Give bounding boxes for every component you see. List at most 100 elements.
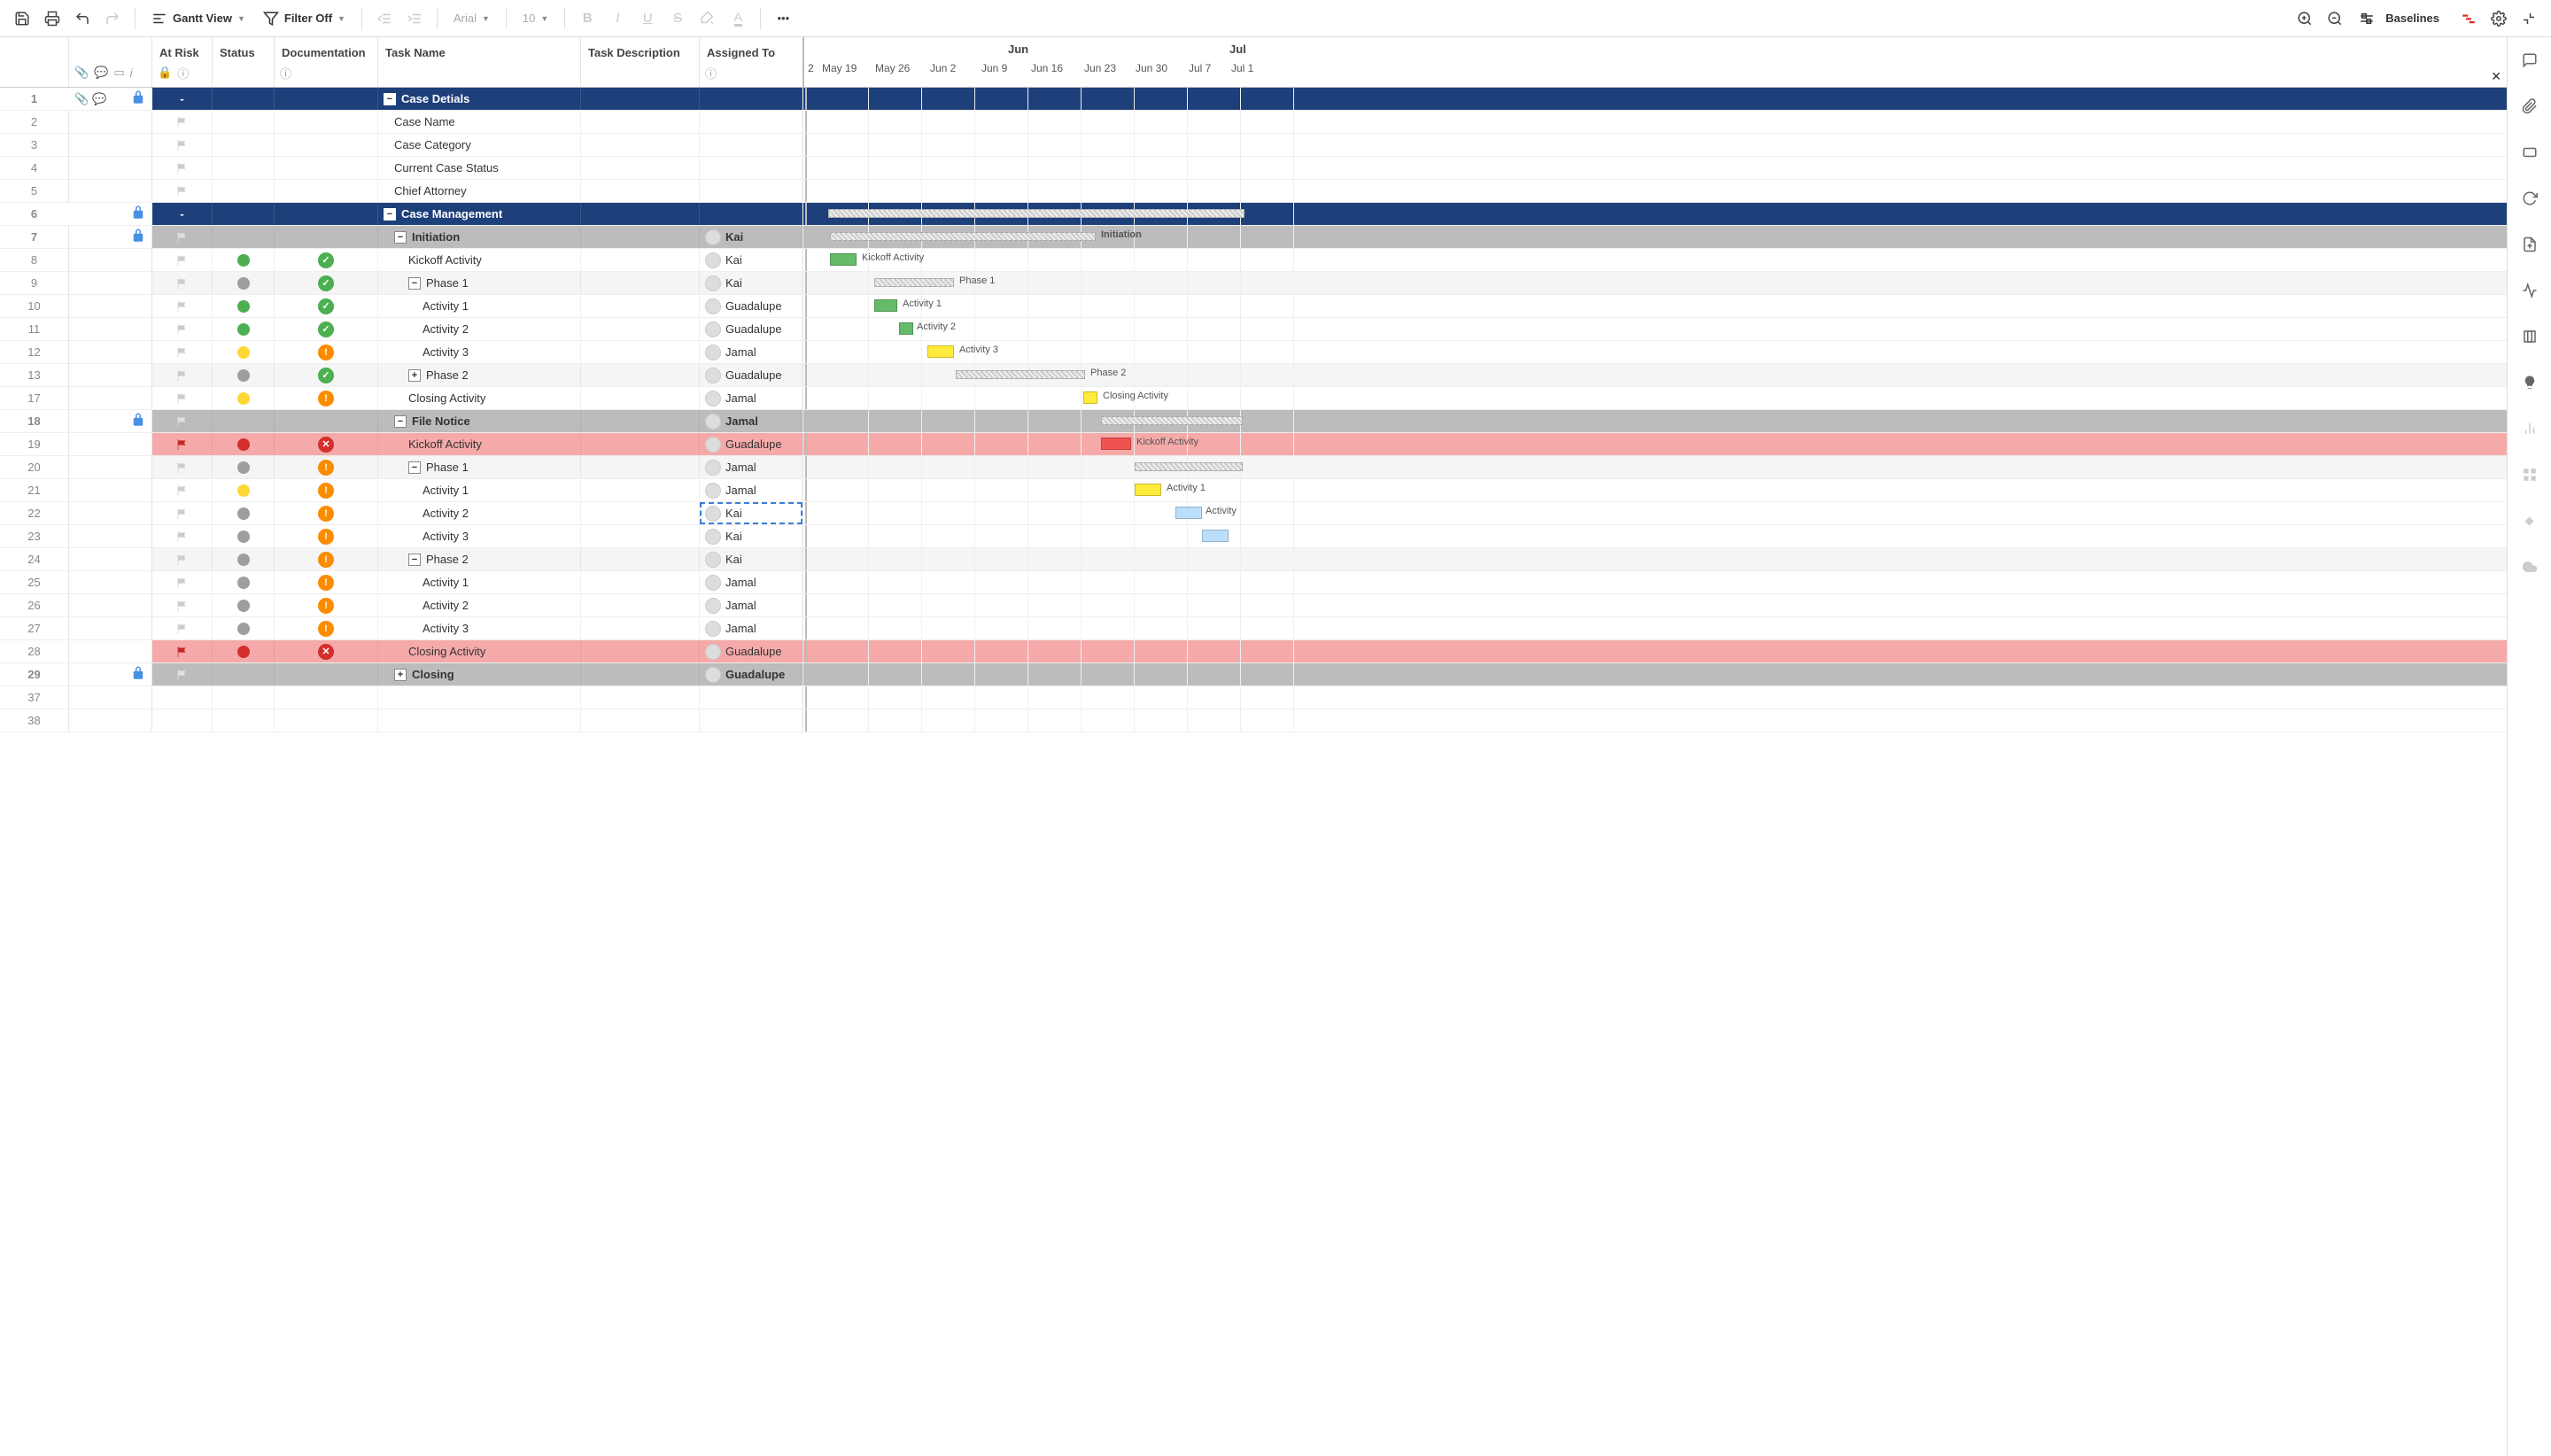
assigned-cell[interactable]: Guadalupe xyxy=(700,640,803,662)
task-name-cell[interactable]: −Phase 1 xyxy=(378,272,581,294)
doc-cell[interactable]: ! xyxy=(275,571,378,593)
status-cell[interactable] xyxy=(213,134,275,156)
gantt-summary-bar[interactable] xyxy=(1101,416,1243,425)
row-number[interactable]: 2 xyxy=(0,111,69,133)
task-desc-cell[interactable] xyxy=(581,203,700,225)
status-cell[interactable] xyxy=(213,433,275,455)
table-row[interactable]: 23!Activity 3Kai xyxy=(0,525,2507,548)
task-name-cell[interactable]: −Case Detials xyxy=(378,88,581,110)
row-number[interactable]: 18 xyxy=(0,410,69,432)
assigned-cell[interactable]: Kai xyxy=(700,502,803,524)
gantt-cell[interactable] xyxy=(803,709,2507,732)
gantt-summary-bar[interactable] xyxy=(1135,462,1243,471)
row-number[interactable]: 21 xyxy=(0,479,69,501)
status-cell[interactable] xyxy=(213,410,275,432)
comments-panel-button[interactable] xyxy=(2517,48,2542,73)
row-number[interactable]: 17 xyxy=(0,387,69,409)
assigned-cell[interactable]: Guadalupe xyxy=(700,318,803,340)
doc-cell[interactable]: ! xyxy=(275,594,378,616)
task-desc-cell[interactable] xyxy=(581,433,700,455)
row-toggle[interactable]: − xyxy=(384,208,396,221)
task-desc-cell[interactable] xyxy=(581,134,700,156)
collapse-button[interactable] xyxy=(2516,5,2542,32)
chart-panel-button[interactable] xyxy=(2517,416,2542,441)
table-row[interactable]: 28✕Closing ActivityGuadalupe xyxy=(0,640,2507,663)
status-cell[interactable] xyxy=(213,686,275,709)
zoom-out-button[interactable] xyxy=(2322,5,2348,32)
row-number[interactable]: 4 xyxy=(0,157,69,179)
gantt-cell[interactable]: Kickoff Activity xyxy=(803,433,2507,455)
row-number[interactable]: 22 xyxy=(0,502,69,524)
status-cell[interactable] xyxy=(213,88,275,110)
gantt-cell[interactable] xyxy=(803,456,2507,478)
task-name-cell[interactable]: Chief Attorney xyxy=(378,180,581,202)
row-number[interactable]: 19 xyxy=(0,433,69,455)
row-number[interactable]: 8 xyxy=(0,249,69,271)
status-cell[interactable] xyxy=(213,548,275,570)
task-name-cell[interactable]: Closing Activity xyxy=(378,387,581,409)
doc-cell[interactable]: ✓ xyxy=(275,295,378,317)
doc-cell[interactable]: ✓ xyxy=(275,272,378,294)
doc-cell[interactable]: ! xyxy=(275,525,378,547)
gantt-bar[interactable] xyxy=(1101,438,1131,450)
task-desc-cell[interactable] xyxy=(581,548,700,570)
task-desc-cell[interactable] xyxy=(581,295,700,317)
paperclip-icon[interactable]: 📎 xyxy=(74,92,89,106)
row-toggle[interactable]: − xyxy=(408,554,421,566)
indent-button[interactable] xyxy=(401,5,428,32)
doc-cell[interactable]: ! xyxy=(275,479,378,501)
doc-cell[interactable]: ✕ xyxy=(275,640,378,662)
table-row[interactable]: 20!−Phase 1Jamal xyxy=(0,456,2507,479)
attachments-panel-button[interactable] xyxy=(2517,94,2542,119)
table-row[interactable]: 12!Activity 3JamalActivity 3 xyxy=(0,341,2507,364)
row-toggle[interactable]: + xyxy=(408,369,421,382)
at-risk-cell[interactable] xyxy=(152,387,213,409)
font-dropdown[interactable]: Arial ▼ xyxy=(446,5,497,32)
task-name-cell[interactable] xyxy=(378,686,581,709)
doc-cell[interactable] xyxy=(275,157,378,179)
table-row[interactable]: 22!Activity 2KaiActivity xyxy=(0,502,2507,525)
table-row[interactable]: 18−File NoticeJamal xyxy=(0,410,2507,433)
at-risk-cell[interactable] xyxy=(152,249,213,271)
task-name-cell[interactable]: Activity 2 xyxy=(378,502,581,524)
assigned-cell[interactable]: Kai xyxy=(700,525,803,547)
settings-button[interactable] xyxy=(2485,5,2512,32)
row-number[interactable]: 25 xyxy=(0,571,69,593)
assigned-cell[interactable]: Jamal xyxy=(700,479,803,501)
row-number[interactable]: 38 xyxy=(0,709,69,732)
doc-cell[interactable]: ✓ xyxy=(275,249,378,271)
assigned-cell[interactable]: Jamal xyxy=(700,456,803,478)
assigned-cell[interactable] xyxy=(700,88,803,110)
doc-cell[interactable] xyxy=(275,226,378,248)
task-desc-cell[interactable] xyxy=(581,318,700,340)
table-row[interactable]: 11✓Activity 2GuadalupeActivity 2 xyxy=(0,318,2507,341)
doc-cell[interactable] xyxy=(275,88,378,110)
task-desc-cell[interactable] xyxy=(581,640,700,662)
col-taskname-header[interactable]: Task Name xyxy=(378,37,580,63)
table-row[interactable]: 9✓−Phase 1KaiPhase 1 xyxy=(0,272,2507,295)
comment-icon[interactable]: 💬 xyxy=(92,92,106,106)
task-desc-cell[interactable] xyxy=(581,525,700,547)
task-name-cell[interactable]: Activity 1 xyxy=(378,571,581,593)
table-row[interactable]: 2Case Name xyxy=(0,111,2507,134)
task-name-cell[interactable]: Activity 2 xyxy=(378,594,581,616)
table-row[interactable]: 13✓+Phase 2GuadalupePhase 2 xyxy=(0,364,2507,387)
at-risk-cell[interactable] xyxy=(152,272,213,294)
gantt-cell[interactable] xyxy=(803,157,2507,179)
fill-color-button[interactable] xyxy=(694,5,721,32)
task-name-cell[interactable]: −Case Management xyxy=(378,203,581,225)
at-risk-cell[interactable] xyxy=(152,433,213,455)
table-row[interactable]: 21!Activity 1JamalActivity 1 xyxy=(0,479,2507,502)
task-name-cell[interactable]: Current Case Status xyxy=(378,157,581,179)
gantt-cell[interactable]: Activity 3 xyxy=(803,341,2507,363)
row-number[interactable]: 1 xyxy=(0,88,69,110)
table-row[interactable]: 19✕Kickoff ActivityGuadalupeKickoff Acti… xyxy=(0,433,2507,456)
status-cell[interactable] xyxy=(213,203,275,225)
gantt-bar[interactable] xyxy=(874,299,897,312)
proof-panel-button[interactable] xyxy=(2517,140,2542,165)
strike-button[interactable]: S xyxy=(664,5,691,32)
gantt-cell[interactable] xyxy=(803,571,2507,593)
task-name-cell[interactable] xyxy=(378,709,581,732)
at-risk-cell[interactable] xyxy=(152,525,213,547)
row-number[interactable]: 24 xyxy=(0,548,69,570)
